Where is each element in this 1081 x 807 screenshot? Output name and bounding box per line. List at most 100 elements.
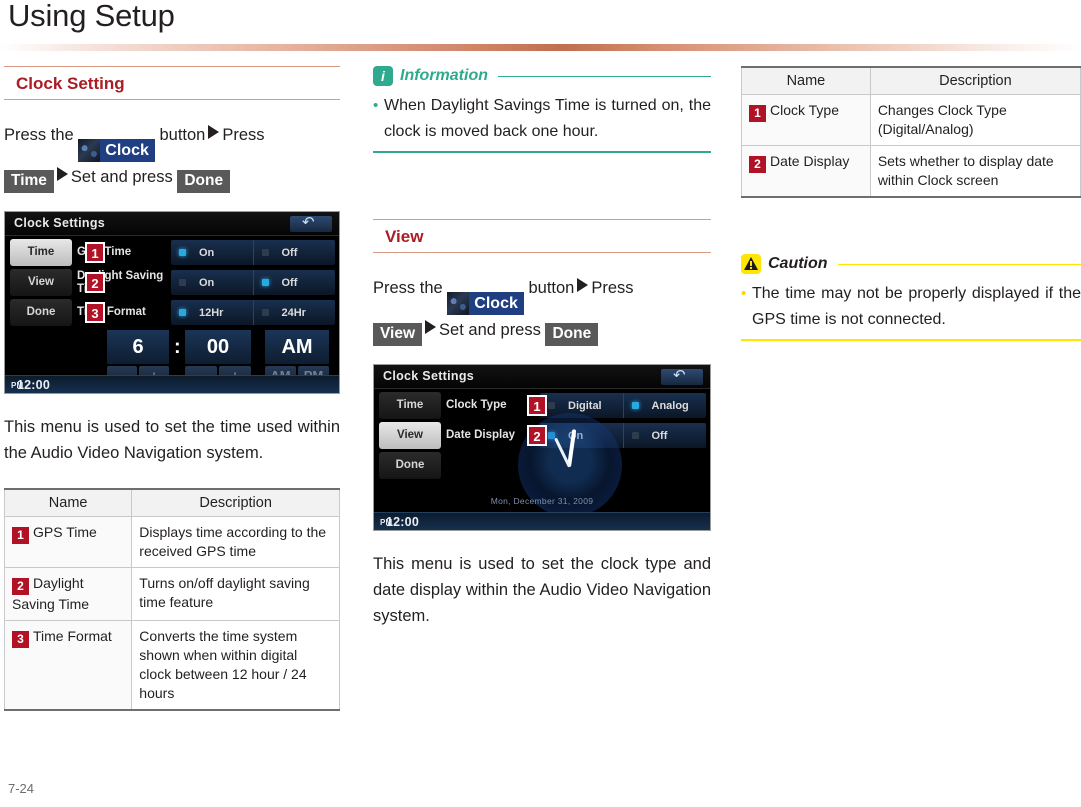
setting-options: 12Hr 24Hr: [171, 300, 336, 326]
section-view: View: [373, 219, 711, 254]
caution-note-title: Caution: [768, 255, 828, 272]
table-row: 3 Time Format Converts the time system sh…: [3, 620, 340, 711]
status-clock: 12:00 PM: [380, 514, 419, 529]
caution-note-header: Caution: [741, 254, 1081, 274]
paragraph-view: This menu is used to set the clock type …: [373, 555, 711, 626]
paragraph-clock-setting: This menu is used to set the time used w…: [4, 418, 340, 463]
instruction-mid1: button: [528, 279, 575, 298]
bullet-icon: •: [741, 285, 747, 302]
arrow-icon: [208, 125, 220, 140]
information-note-header: i Information: [373, 66, 711, 86]
option-label: On: [199, 246, 215, 259]
radio-dot-icon: [548, 402, 555, 410]
callout-number: 1: [12, 527, 29, 545]
column-right: Name Description 1 Clock Type Changes Clo…: [741, 66, 1081, 341]
done-chip[interactable]: Done: [545, 323, 599, 347]
callout-number: 2: [12, 578, 29, 596]
caution-note-footer-rule: [741, 339, 1081, 341]
picker-meridiem[interactable]: AM: [265, 330, 329, 365]
table-cell-name: 2 Daylight Saving Time: [3, 567, 133, 622]
table-header-name: Name: [3, 489, 133, 518]
option-label: 24Hr: [281, 306, 306, 319]
screenshot-status-bar: 12:00 PM: [374, 512, 710, 531]
clock-button-chip[interactable]: Clock: [78, 139, 155, 163]
side-button-done[interactable]: Done: [379, 452, 441, 480]
option-12hr[interactable]: 12Hr: [171, 300, 254, 326]
instruction-press: Press: [222, 126, 265, 145]
option-24hr[interactable]: 24Hr: [254, 300, 336, 325]
table-row: 1 GPS Time Displays time according to the…: [3, 516, 340, 569]
section-title: Clock Setting: [16, 74, 125, 93]
back-arrow-icon[interactable]: [290, 213, 332, 233]
info-icon: i: [373, 66, 393, 86]
status-clock-time: 12:00: [386, 515, 419, 530]
callout-badge-2: 2: [85, 272, 105, 294]
table-cell-name: 3 Time Format: [3, 620, 133, 711]
side-button-time[interactable]: Time: [379, 392, 441, 420]
arrow-icon: [425, 320, 437, 335]
table-row: 1 Clock Type Changes Clock Type (Digital/…: [741, 94, 1081, 146]
option-off[interactable]: Off: [624, 423, 707, 448]
table-time-settings: Name Description 1 GPS Time Displays time…: [3, 488, 340, 712]
option-label: On: [199, 276, 215, 289]
option-off[interactable]: Off: [254, 270, 336, 295]
information-note-title: Information: [400, 67, 488, 84]
clock-date-label: Mon, December 31, 2009: [490, 496, 594, 507]
option-on[interactable]: On: [171, 270, 254, 296]
table-cell-name: 2 Date Display: [741, 145, 871, 198]
clock-button-label: Clock: [469, 292, 524, 316]
screenshot-side-buttons: Time View Done: [10, 239, 72, 329]
caution-note-text: The time may not be properly displayed i…: [752, 285, 1081, 328]
clock-button-icon: [78, 139, 101, 163]
side-button-time[interactable]: Time: [10, 239, 72, 267]
radio-dot-icon: [261, 249, 269, 257]
instruction-mid2: Set and press: [70, 168, 173, 187]
caution-note-rule: [837, 263, 1081, 265]
clock-button-chip[interactable]: Clock: [447, 292, 524, 316]
screenshot-setting-rows: GPS Time On Off Daylight Saving Time On …: [75, 239, 335, 329]
tab-chip-time[interactable]: Time: [4, 170, 54, 194]
clock-settings-time-screenshot: Clock Settings Time View Done GPS Time O…: [4, 211, 340, 395]
information-note-rule: [498, 75, 711, 77]
information-note-body: • When Daylight Savings Time is turned o…: [373, 93, 711, 145]
option-label: Digital: [568, 399, 602, 412]
screenshot-title: Clock Settings: [14, 216, 106, 231]
table-header-name: Name: [741, 67, 871, 95]
screenshot-title: Clock Settings: [383, 369, 475, 384]
radio-dot-icon: [179, 309, 186, 317]
picker-minute[interactable]: 00: [185, 330, 251, 365]
option-on[interactable]: On: [171, 240, 254, 266]
side-button-view[interactable]: View: [379, 422, 441, 450]
option-analog[interactable]: Analog: [624, 393, 707, 418]
tab-chip-view[interactable]: View: [373, 323, 423, 347]
table-cell-description: Displays time according to the received …: [131, 516, 340, 569]
screenshot-header: Clock Settings: [374, 365, 710, 390]
information-note-text: When Daylight Savings Time is turned on,…: [384, 97, 711, 140]
radio-dot-icon: [179, 279, 186, 287]
table-cell-name-label: GPS Time: [33, 524, 97, 541]
option-off[interactable]: Off: [254, 240, 336, 265]
back-arrow-icon[interactable]: [661, 366, 703, 386]
screenshot-status-bar: 12:00 PM: [5, 375, 339, 394]
caution-note: Caution • The time may not be properly d…: [741, 254, 1081, 341]
arrow-icon: [577, 278, 589, 293]
option-label: Analog: [651, 399, 689, 412]
picker-hour[interactable]: 6: [107, 330, 169, 365]
section-clock-setting: Clock Setting: [4, 66, 340, 101]
side-button-done[interactable]: Done: [10, 299, 72, 327]
option-label: Off: [281, 246, 298, 259]
section-rule-bottom: [373, 252, 711, 254]
table-cell-description: Turns on/off daylight saving time featur…: [131, 567, 340, 622]
arrow-icon: [56, 167, 68, 182]
done-chip[interactable]: Done: [177, 170, 231, 194]
instruction-press: Press: [591, 279, 634, 298]
callout-badge-2: 2: [527, 425, 547, 447]
setting-label: Clock Type: [446, 399, 507, 412]
information-note: i Information • When Daylight Savings Ti…: [373, 66, 711, 153]
table-cell-name-label: Time Format: [33, 628, 112, 645]
table-cell-description: Changes Clock Type (Digital/Analog): [869, 94, 1081, 146]
callout-badge-1: 1: [85, 242, 105, 264]
callout-number: 3: [12, 631, 29, 649]
side-button-view[interactable]: View: [10, 269, 72, 297]
table-header-description: Description: [869, 67, 1081, 95]
